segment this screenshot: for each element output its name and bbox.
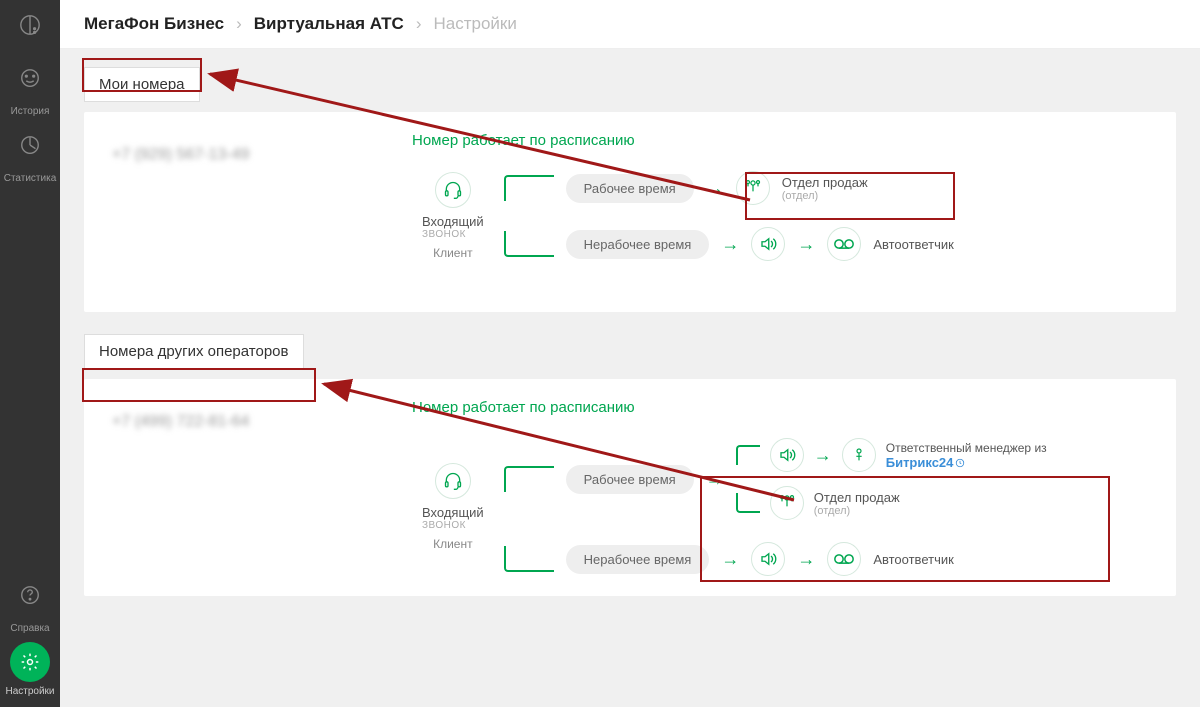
work-time-branch: Рабочее время → Отдел продаж (отдел) [504, 171, 954, 205]
sidebar-item-settings[interactable] [10, 642, 50, 682]
arrow-right-icon: → [706, 469, 724, 490]
main-content: МегаФон Бизнес › Виртуальная АТС › Настр… [60, 0, 1200, 707]
schedule-title: Номер работает по расписанию [412, 132, 1148, 149]
client-label: Клиент [433, 246, 473, 260]
nonwork-time-pill[interactable]: Нерабочее время [566, 545, 710, 574]
incoming-label: Входящий [422, 505, 484, 520]
phone-number[interactable]: +7 (499) 722-81-64 [112, 413, 372, 431]
arrow-right-icon: → [814, 445, 832, 466]
schedule-title: Номер работает по расписанию [412, 399, 1148, 416]
person-icon[interactable] [842, 438, 876, 472]
breadcrumb-root[interactable]: МегаФон Бизнес [84, 14, 224, 34]
work-time-branch: Рабочее время → → [504, 438, 1047, 520]
headset-icon [435, 172, 471, 208]
chevron-right-icon: › [416, 14, 422, 34]
arrow-right-icon: → [797, 549, 815, 570]
dest-sales: Отдел продаж [782, 175, 868, 190]
dest-sales-sub: (отдел) [814, 505, 900, 517]
department-icon[interactable] [736, 171, 770, 205]
arrow-right-icon: → [721, 234, 739, 255]
sidebar-label-stats: Статистика [4, 173, 57, 184]
phone-number[interactable]: +7 (929) 567-13-49 [112, 146, 372, 164]
chevron-right-icon: › [236, 14, 242, 34]
section-other-operators[interactable]: Номера других операторов [84, 334, 304, 369]
dest-answering: Автоответчик [873, 237, 953, 252]
nonwork-time-pill[interactable]: Нерабочее время [566, 230, 710, 259]
voicemail-icon[interactable] [827, 227, 861, 261]
breadcrumb-leaf: Настройки [433, 14, 516, 34]
sound-icon[interactable] [751, 542, 785, 576]
client-label: Клиент [433, 537, 473, 551]
number-card: +7 (929) 567-13-49 Номер работает по рас… [84, 112, 1176, 312]
sidebar-item-history[interactable] [0, 50, 60, 106]
nonwork-time-branch: Нерабочее время → → Автоответчик [504, 227, 954, 261]
dest-responsible: Ответственный менеджер из [886, 441, 1047, 455]
arrow-right-icon: → [721, 549, 739, 570]
dest-answering: Автоответчик [873, 552, 953, 567]
sidebar-label-settings: Настройки [5, 686, 54, 697]
work-time-pill[interactable]: Рабочее время [566, 465, 694, 494]
arrow-right-icon: → [706, 178, 724, 199]
section-my-numbers[interactable]: Мои номера [84, 67, 200, 102]
sidebar-item-help[interactable] [0, 567, 60, 623]
incoming-sub: звонок [422, 520, 484, 531]
dest-sales: Отдел продаж [814, 490, 900, 505]
bitrix-logo: Битрикс24 [886, 455, 966, 470]
number-card: +7 (499) 722-81-64 Номер работает по рас… [84, 379, 1176, 596]
breadcrumb: МегаФон Бизнес › Виртуальная АТС › Настр… [60, 0, 1200, 49]
nonwork-time-branch: Нерабочее время → → Автоответчик [504, 542, 1047, 576]
sidebar-label-help: Справка [10, 623, 49, 634]
sound-icon[interactable] [751, 227, 785, 261]
sound-icon[interactable] [770, 438, 804, 472]
incoming-sub: звонок [422, 229, 484, 240]
sidebar-item-stats[interactable] [0, 117, 60, 173]
dest-sales-sub: (отдел) [782, 190, 868, 202]
logo [0, 0, 60, 50]
sidebar: История Статистика Справка Настройки [0, 0, 60, 707]
incoming-label: Входящий [422, 214, 484, 229]
headset-icon [435, 463, 471, 499]
work-time-pill[interactable]: Рабочее время [566, 174, 694, 203]
department-icon[interactable] [770, 486, 804, 520]
breadcrumb-mid[interactable]: Виртуальная АТС [254, 14, 404, 34]
voicemail-icon[interactable] [827, 542, 861, 576]
sidebar-label-history: История [11, 106, 50, 117]
arrow-right-icon: → [797, 234, 815, 255]
